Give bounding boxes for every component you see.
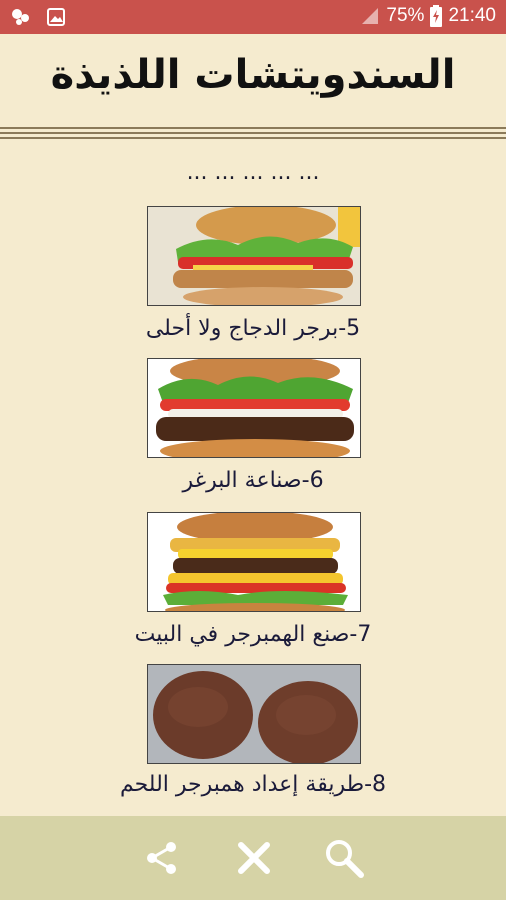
battery-icon [430, 5, 443, 27]
share-icon [147, 842, 176, 874]
list-item-partial[interactable]: ... ... ... ... ... [0, 174, 506, 188]
close-icon [238, 842, 270, 874]
recipe-list[interactable]: ... ... ... ... ... 5-برجر الدجاج ولا أح… [0, 148, 506, 816]
search-icon [326, 840, 364, 878]
item-label: 5-برجر الدجاج ولا أحلى [145, 316, 361, 341]
bottom-toolbar [0, 816, 506, 900]
status-bar: 75% 21:40 [0, 0, 506, 34]
list-item[interactable]: 8-طريقة إعداد همبرجر اللحم [0, 664, 506, 814]
item-label: 7-صنع الهمبرجر في البيت [134, 622, 372, 647]
raw-patties-image [147, 664, 361, 764]
page-title: السندويتشات اللذيذة [50, 52, 456, 98]
double-burger-image [147, 512, 361, 612]
item-label: 6-صناعة البرغر [182, 468, 324, 493]
image-icon [47, 8, 65, 26]
app-header: السندويتشات اللذيذة [0, 34, 506, 116]
close-button[interactable] [232, 836, 276, 880]
divider [0, 132, 506, 134]
chicken-burger-image [147, 206, 361, 306]
battery-percent: 75% [386, 5, 425, 26]
list-item[interactable]: 6-صناعة البرغر [0, 358, 506, 503]
clock: 21:40 [448, 5, 496, 26]
beef-burger-image [147, 358, 361, 458]
search-button[interactable] [322, 836, 366, 880]
share-button[interactable] [140, 836, 184, 880]
list-item[interactable]: 7-صنع الهمبرجر في البيت [0, 512, 506, 657]
divider [0, 127, 506, 129]
divider [0, 137, 506, 139]
list-item[interactable]: 5-برجر الدجاج ولا أحلى [0, 206, 506, 351]
item-label: 8-طريقة إعداد همبرجر اللحم [119, 772, 387, 797]
notification-icon [12, 9, 29, 25]
signal-icon [362, 8, 379, 24]
